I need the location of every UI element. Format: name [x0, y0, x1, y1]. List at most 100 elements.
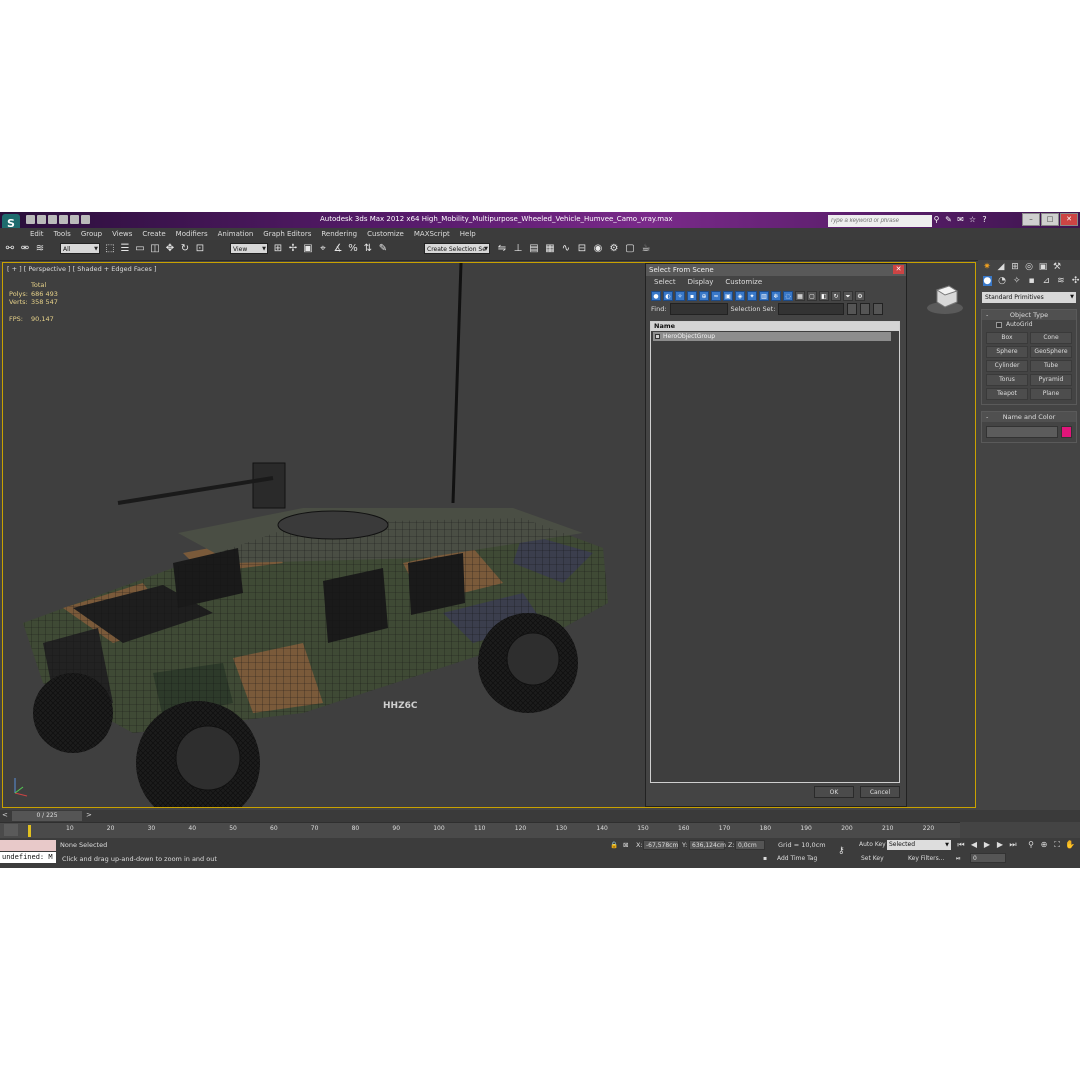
- mirror-icon[interactable]: ⇋: [496, 243, 508, 255]
- sync-selection-icon[interactable]: ↻: [831, 290, 841, 301]
- dialog-menu-select[interactable]: Select: [654, 276, 676, 289]
- ok-button[interactable]: OK: [814, 786, 854, 798]
- dialog-menu-display[interactable]: Display: [688, 276, 714, 289]
- window-crossing-icon[interactable]: ◫: [149, 243, 161, 255]
- display-none-icon[interactable]: ▢: [807, 290, 817, 301]
- select-rotate-icon[interactable]: ↻: [179, 243, 191, 255]
- curve-editor-icon[interactable]: ∿: [560, 243, 572, 255]
- subscription-icon[interactable]: ✎: [944, 215, 953, 224]
- snap-toggle-icon[interactable]: ⌖: [317, 243, 329, 255]
- object-color-swatch[interactable]: [1061, 426, 1072, 438]
- name-and-color-header[interactable]: Name and Color: [982, 412, 1076, 422]
- angle-snap-icon[interactable]: ∡: [332, 243, 344, 255]
- layer-manager-icon[interactable]: ▤: [528, 243, 540, 255]
- maxscript-listener-top[interactable]: [0, 840, 56, 851]
- zoom-all-icon[interactable]: ⊕: [1039, 840, 1049, 850]
- systems-icon[interactable]: ✣: [1071, 276, 1080, 286]
- display-helpers-icon[interactable]: ⊕: [699, 290, 709, 301]
- select-manipulate-icon[interactable]: ✢: [287, 243, 299, 255]
- dialog-title-bar[interactable]: Select From Scene ✕: [646, 264, 906, 276]
- display-all-icon[interactable]: ▦: [795, 290, 805, 301]
- project-folder-icon[interactable]: [81, 215, 90, 224]
- menu-create[interactable]: Create: [142, 228, 165, 240]
- display-shapes-icon[interactable]: ◐: [663, 290, 673, 301]
- align-icon[interactable]: ⊥: [512, 243, 524, 255]
- time-slider[interactable]: 0 / 225: [12, 811, 82, 821]
- display-bones-icon[interactable]: ✦: [747, 290, 757, 301]
- menu-tools[interactable]: Tools: [54, 228, 71, 240]
- percent-snap-icon[interactable]: %: [347, 243, 359, 255]
- select-move-icon[interactable]: ✥: [164, 243, 176, 255]
- object-type-header[interactable]: Object Type: [982, 310, 1076, 320]
- bind-space-warp-icon[interactable]: ≋: [34, 243, 46, 255]
- select-object-icon[interactable]: ⬚: [104, 243, 116, 255]
- play-icon[interactable]: ▶: [982, 840, 992, 850]
- select-scale-icon[interactable]: ⊡: [194, 243, 206, 255]
- keyboard-shortcut-icon[interactable]: ▣: [302, 243, 314, 255]
- motion-tab-icon[interactable]: ◎: [1024, 262, 1034, 272]
- torus-button[interactable]: Torus: [986, 374, 1028, 386]
- undo-icon[interactable]: [59, 215, 68, 224]
- autogrid-checkbox[interactable]: AutoGrid: [982, 320, 1076, 330]
- mini-curve-editor-icon[interactable]: [4, 824, 18, 836]
- scene-object-list[interactable]: Name HeroObjectGroup: [650, 321, 900, 783]
- plane-button[interactable]: Plane: [1030, 388, 1072, 400]
- render-production-icon[interactable]: ☕: [640, 243, 652, 255]
- display-cameras-icon[interactable]: ▪: [687, 290, 697, 301]
- spacewarps-icon[interactable]: ≋: [1057, 276, 1066, 286]
- menu-edit[interactable]: Edit: [30, 228, 44, 240]
- display-invert-icon[interactable]: ◧: [819, 290, 829, 301]
- absolute-mode-icon[interactable]: ⊠: [623, 841, 628, 849]
- display-containers-icon[interactable]: ▥: [759, 290, 769, 301]
- menu-rendering[interactable]: Rendering: [321, 228, 357, 240]
- x-coordinate-field[interactable]: -67,578cm: [643, 840, 679, 850]
- viewcube-icon[interactable]: [925, 282, 965, 316]
- menu-modifiers[interactable]: Modifiers: [176, 228, 208, 240]
- helpers-icon[interactable]: ⊿: [1042, 276, 1051, 286]
- material-editor-icon[interactable]: ◉: [592, 243, 604, 255]
- cone-button[interactable]: Cone: [1030, 332, 1072, 344]
- dialog-menu-customize[interactable]: Customize: [725, 276, 762, 289]
- open-file-icon[interactable]: [37, 215, 46, 224]
- sphere-button[interactable]: Sphere: [986, 346, 1028, 358]
- create-tab-icon[interactable]: ✷: [982, 262, 992, 272]
- previous-frame-icon[interactable]: ◀: [969, 840, 979, 850]
- filter-icon[interactable]: ⏷: [843, 290, 853, 301]
- hierarchy-tab-icon[interactable]: ⊞: [1010, 262, 1020, 272]
- pyramid-button[interactable]: Pyramid: [1030, 374, 1072, 386]
- graphite-ribbon-icon[interactable]: ▦: [544, 243, 556, 255]
- select-by-name-icon[interactable]: ☰: [119, 243, 131, 255]
- dialog-close-icon[interactable]: ✕: [893, 265, 904, 274]
- named-selection-set-dropdown[interactable]: Create Selection Se: [424, 243, 490, 255]
- link-icon[interactable]: ⚯: [4, 243, 16, 255]
- column-header-name[interactable]: Name: [651, 322, 899, 331]
- help-icon[interactable]: ?: [980, 215, 989, 224]
- add-to-selection-set-icon[interactable]: [873, 302, 884, 315]
- filter-options-icon[interactable]: ⚙: [855, 290, 865, 301]
- render-setup-icon[interactable]: ⚙: [608, 243, 620, 255]
- cylinder-button[interactable]: Cylinder: [986, 360, 1028, 372]
- maximize-icon[interactable]: □: [1041, 213, 1059, 226]
- schematic-view-icon[interactable]: ⊟: [576, 243, 588, 255]
- favorites-icon[interactable]: ☆: [968, 215, 977, 224]
- minimize-icon[interactable]: –: [1022, 213, 1040, 226]
- lights-icon[interactable]: ✧: [1012, 276, 1021, 286]
- communication-icon[interactable]: ✉: [956, 215, 965, 224]
- unlink-icon[interactable]: ⚮: [19, 243, 31, 255]
- menu-animation[interactable]: Animation: [218, 228, 254, 240]
- create-selection-set-icon[interactable]: [847, 302, 858, 315]
- key-filters-button[interactable]: Key Filters...: [908, 854, 945, 864]
- selection-set-dropdown[interactable]: [778, 302, 845, 315]
- selection-filter-dropdown[interactable]: All: [60, 243, 100, 255]
- display-xrefs-icon[interactable]: ◈: [735, 290, 745, 301]
- add-time-tag-icon[interactable]: ▪: [763, 854, 767, 864]
- spinner-snap-icon[interactable]: ⇅: [362, 243, 374, 255]
- lock-selection-icon[interactable]: 🔒: [610, 841, 618, 849]
- shapes-icon[interactable]: ◔: [998, 276, 1007, 286]
- cancel-button[interactable]: Cancel: [860, 786, 900, 798]
- add-time-tag[interactable]: Add Time Tag: [777, 854, 817, 864]
- display-tab-icon[interactable]: ▣: [1038, 262, 1048, 272]
- zoom-extents-icon[interactable]: ⛶: [1052, 840, 1062, 850]
- pan-icon[interactable]: ✋: [1065, 840, 1075, 850]
- search-input[interactable]: [828, 215, 932, 227]
